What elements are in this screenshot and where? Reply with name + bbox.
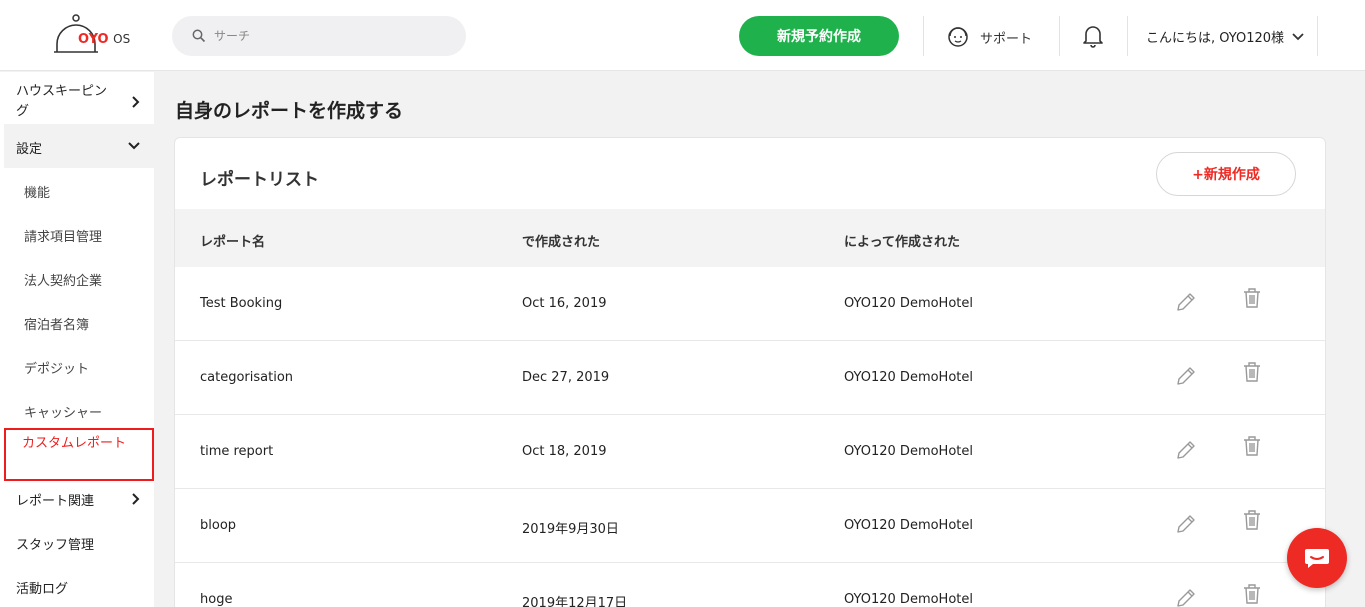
created-by: OYO120 DemoHotel (844, 296, 973, 311)
edit-pencil-icon[interactable] (1175, 587, 1197, 607)
divider (923, 16, 924, 56)
search-bar[interactable] (172, 16, 466, 56)
sidebar-item-housekeeping[interactable]: ハウスキーピング (0, 82, 154, 124)
edit-pencil-icon[interactable] (1175, 513, 1197, 535)
new-booking-button[interactable]: 新規予約作成 (739, 16, 899, 56)
sidebar-item-label: ハウスキーピング (16, 84, 108, 119)
user-menu[interactable]: こんにちは, OYO120様 (1146, 27, 1304, 46)
sidebar-subitem-custom-report[interactable]: カスタムレポート (22, 434, 132, 453)
delete-trash-icon[interactable] (1242, 361, 1262, 383)
divider (1059, 16, 1060, 56)
delete-trash-icon[interactable] (1242, 435, 1262, 457)
table-row[interactable]: bloop 2019年9月30日 OYO120 DemoHotel (175, 489, 1325, 563)
logo-text: OYO OS (78, 32, 130, 47)
divider (1127, 16, 1128, 56)
chevron-right-icon (132, 493, 140, 505)
scrollbar[interactable] (1358, 72, 1365, 607)
sidebar-item-settings[interactable]: 設定 (4, 124, 154, 168)
report-list-card: レポートリスト +新規作成 レポート名 で作成された によって作成された Tes… (174, 137, 1326, 607)
sidebar-subitem-cashier[interactable]: キャッシャー (24, 402, 102, 421)
greeting-text: こんにちは, OYO120様 (1146, 31, 1285, 46)
sidebar-item-label: 設定 (16, 142, 43, 157)
table-row[interactable]: time report Oct 18, 2019 OYO120 DemoHote… (175, 415, 1325, 489)
table-header: レポート名 で作成された によって作成された (175, 209, 1325, 267)
logo-brand: OYO (78, 32, 109, 47)
table-row[interactable]: categorisation Dec 27, 2019 OYO120 DemoH… (175, 341, 1325, 415)
created-by: OYO120 DemoHotel (844, 370, 973, 385)
report-name: bloop (200, 518, 237, 533)
sidebar-subitem-corporate-clients[interactable]: 法人契約企業 (24, 270, 102, 289)
chevron-down-icon (1292, 32, 1304, 40)
chat-button[interactable] (1287, 528, 1347, 588)
sidebar-subitem-billing-items[interactable]: 請求項目管理 (24, 226, 102, 245)
created-date: Dec 27, 2019 (522, 370, 610, 385)
delete-trash-icon[interactable] (1242, 583, 1262, 605)
top-header: OYO OS 新規予約作成 サポート こんにちは, OYO120様 (0, 0, 1365, 71)
column-header-created-at: で作成された (522, 235, 601, 250)
created-date: Oct 16, 2019 (522, 296, 607, 311)
created-date: Oct 18, 2019 (522, 444, 607, 459)
sidebar-item-activity-log[interactable]: 活動ログ (0, 578, 154, 602)
sidebar-item-label: レポート関連 (16, 494, 95, 509)
sidebar-item-label: 活動ログ (16, 582, 69, 597)
edit-pencil-icon[interactable] (1175, 365, 1197, 387)
delete-trash-icon[interactable] (1242, 287, 1262, 309)
sidebar-item-label: スタッフ管理 (16, 538, 95, 553)
sidebar-subitem-features[interactable]: 機能 (24, 182, 50, 201)
sidebar: ハウスキーピング 設定 機能 請求項目管理 法人契約企業 宿泊者名簿 デポジット… (0, 72, 154, 607)
page-title: 自身のレポートを作成する (175, 100, 404, 122)
sidebar-subitem-deposit[interactable]: デポジット (24, 358, 89, 377)
support-label: サポート (980, 31, 1033, 47)
created-date: 2019年9月30日 (522, 522, 619, 537)
support-agent-icon (948, 27, 968, 47)
created-by: OYO120 DemoHotel (844, 518, 973, 533)
sidebar-subitem-guest-register[interactable]: 宿泊者名簿 (24, 314, 89, 333)
report-name: categorisation (200, 370, 294, 385)
edit-pencil-icon[interactable] (1175, 291, 1197, 313)
sidebar-item-report-related[interactable]: レポート関連 (0, 490, 154, 514)
created-by: OYO120 DemoHotel (844, 592, 973, 607)
chevron-down-icon (128, 142, 140, 150)
report-name: Test Booking (200, 296, 283, 311)
support-link[interactable]: サポート (946, 24, 1032, 50)
table-row[interactable]: hoge 2019年12月17日 OYO120 DemoHotel (175, 563, 1325, 607)
card-title: レポートリスト (200, 170, 319, 190)
divider (1317, 16, 1318, 56)
notification-bell-icon[interactable] (1082, 24, 1104, 48)
report-name: hoge (200, 592, 233, 607)
chevron-right-icon (132, 96, 140, 108)
edit-pencil-icon[interactable] (1175, 439, 1197, 461)
table-row[interactable]: Test Booking Oct 16, 2019 OYO120 DemoHot… (175, 267, 1325, 341)
search-input[interactable] (214, 26, 444, 46)
column-header-created-by: によって作成された (844, 235, 960, 250)
sidebar-item-staff-management[interactable]: スタッフ管理 (0, 534, 154, 558)
search-icon (192, 29, 206, 43)
column-header-report-name: レポート名 (200, 235, 266, 250)
logo-suffix: OS (113, 32, 131, 46)
report-name: time report (200, 444, 274, 459)
delete-trash-icon[interactable] (1242, 509, 1262, 531)
chat-bubble-icon (1305, 549, 1329, 568)
created-date: 2019年12月17日 (522, 596, 628, 607)
created-by: OYO120 DemoHotel (844, 444, 973, 459)
create-report-button[interactable]: +新規作成 (1156, 152, 1296, 196)
